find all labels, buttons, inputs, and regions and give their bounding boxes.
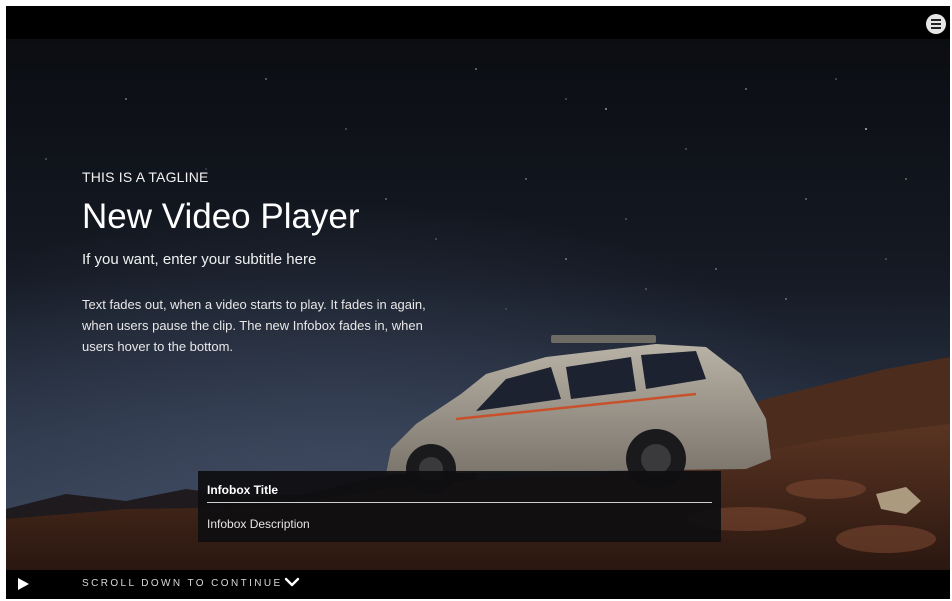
top-bar [6,6,950,39]
infobox-divider [207,502,712,503]
menu-icon[interactable] [926,14,946,34]
subtitle: If you want, enter your subtitle here [82,251,317,268]
video-player[interactable]: THIS IS A TAGLINE New Video Player If yo… [6,6,950,599]
page-frame: THIS IS A TAGLINE New Video Player If yo… [0,0,952,601]
chevron-down-icon[interactable] [284,575,300,589]
infobox: Infobox Title Infobox Description [198,471,721,542]
play-icon[interactable] [18,578,29,590]
description-text: Text fades out, when a video starts to p… [82,297,426,354]
bottom-bar: SCROLL DOWN TO CONTINUE [6,570,950,599]
tagline: THIS IS A TAGLINE [82,169,209,185]
hero-text: THIS IS A TAGLINE New Video Player If yo… [82,169,462,357]
infobox-description: Infobox Description [207,517,310,531]
scroll-down-label[interactable]: SCROLL DOWN TO CONTINUE [82,578,283,589]
page-title: New Video Player [82,197,360,236]
infobox-title: Infobox Title [207,483,279,497]
